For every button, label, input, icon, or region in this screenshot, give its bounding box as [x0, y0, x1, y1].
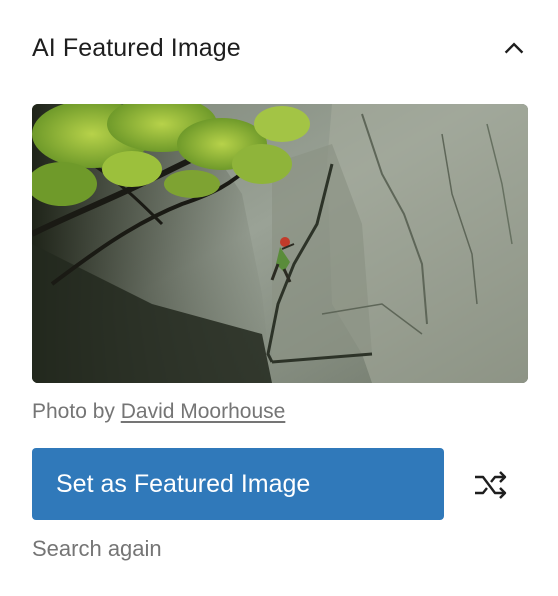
- photo-credit-prefix: Photo by: [32, 400, 121, 423]
- featured-image-preview: [32, 104, 528, 383]
- panel-title: AI Featured Image: [32, 33, 241, 62]
- shuffle-icon[interactable]: [468, 462, 514, 508]
- ai-featured-image-panel: AI Featured Image Photo by David Moorhou…: [0, 0, 558, 596]
- photo-author-link[interactable]: David Moorhouse: [121, 400, 286, 423]
- panel-header[interactable]: AI Featured Image: [32, 24, 526, 72]
- photo-credit: Photo by David Moorhouse: [32, 400, 285, 424]
- search-again-link[interactable]: Search again: [32, 536, 162, 562]
- chevron-up-icon[interactable]: [494, 28, 534, 68]
- set-featured-image-button[interactable]: Set as Featured Image: [32, 448, 444, 520]
